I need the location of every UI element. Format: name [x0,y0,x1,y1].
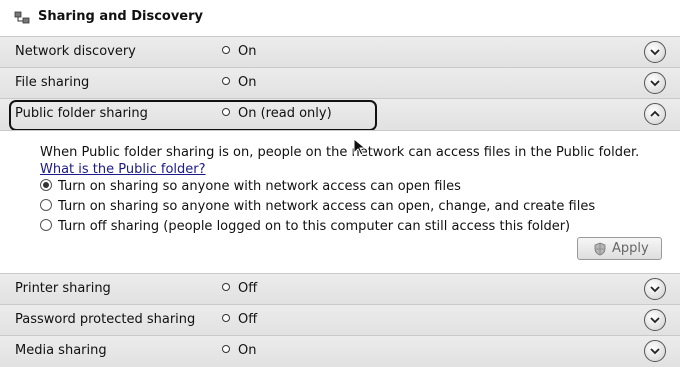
status-text: On [238,44,257,59]
row-network-discovery[interactable]: Network discovery On [0,36,680,68]
status-text: On [238,343,257,358]
status-text: Off [238,312,258,327]
section-title: Sharing and Discovery [38,9,204,24]
expand-chevron-down-icon[interactable] [644,72,666,94]
collapse-chevron-up-icon[interactable] [644,103,666,125]
radio-selected-icon[interactable] [40,179,52,191]
option-open-change-create[interactable]: Turn on sharing so anyone with network a… [40,199,595,214]
apply-label: Apply [612,241,649,256]
highlight-outline [9,100,377,131]
row-file-sharing[interactable]: File sharing On [0,67,680,99]
public-folder-help-link[interactable]: What is the Public folder? [40,162,206,177]
row-media-sharing[interactable]: Media sharing On [0,335,680,367]
status-bullet-icon [222,77,230,85]
row-status: Off [222,281,257,296]
row-label: Network discovery [15,44,136,59]
panel-description: When Public folder sharing is on, people… [40,144,660,178]
expand-chevron-down-icon[interactable] [644,309,666,331]
status-bullet-icon [222,345,230,353]
row-label: File sharing [15,75,90,90]
row-label: Printer sharing [15,281,111,296]
mouse-cursor-icon [353,137,367,156]
row-printer-sharing[interactable]: Printer sharing Off [0,273,680,305]
row-label: Password protected sharing [15,312,196,327]
section-header: Sharing and Discovery [0,0,680,36]
expand-chevron-down-icon[interactable] [644,278,666,300]
option-label: Turn on sharing so anyone with network a… [58,199,596,214]
expand-chevron-down-icon[interactable] [644,41,666,63]
option-label: Turn on sharing so anyone with network a… [58,179,461,194]
option-label: Turn off sharing (people logged on to th… [58,219,571,234]
row-status: On [222,343,256,358]
row-status: On [222,75,256,90]
apply-button[interactable]: Apply [577,237,662,260]
row-password-protected-sharing[interactable]: Password protected sharing Off [0,304,680,336]
row-status: Off [222,312,257,327]
status-bullet-icon [222,283,230,291]
public-folder-sharing-panel: When Public folder sharing is on, people… [0,130,680,274]
radio-unselected-icon[interactable] [40,199,52,211]
uac-shield-icon [594,242,606,256]
row-label: Media sharing [15,343,107,358]
status-text: On [238,75,257,90]
status-text: Off [238,281,258,296]
status-bullet-icon [222,314,230,322]
network-sharing-icon [14,11,30,24]
option-open-files[interactable]: Turn on sharing so anyone with network a… [40,179,461,194]
description-text: When Public folder sharing is on, people… [40,145,640,160]
expand-chevron-down-icon[interactable] [644,340,666,362]
row-status: On [222,44,256,59]
radio-unselected-icon[interactable] [40,219,52,231]
option-turn-off-sharing[interactable]: Turn off sharing (people logged on to th… [40,219,570,234]
status-bullet-icon [222,46,230,54]
